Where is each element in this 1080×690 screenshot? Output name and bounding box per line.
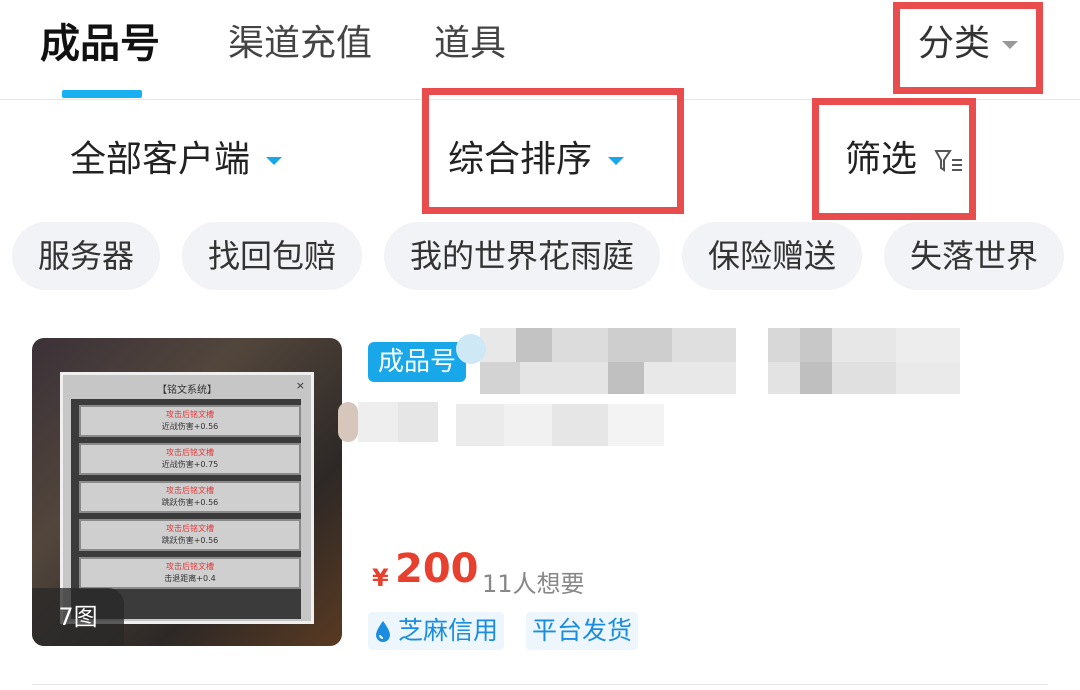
annotation-box-filter xyxy=(812,98,976,220)
slot-stat: 击退距离+0.4 xyxy=(164,574,216,583)
slot-stat: 跳跃伤害+0.56 xyxy=(161,498,219,507)
inscription-panel: 【铭文系统】 × 攻击后铭文槽 近战伤害+0.56 攻击后铭文槽 近战伤害+0.… xyxy=(60,372,314,624)
slot-stat: 近战伤害+0.56 xyxy=(161,422,219,431)
annotation-box-sort xyxy=(422,88,684,214)
panel-title: 【铭文系统】 xyxy=(157,385,217,396)
listing-price: 200 xyxy=(395,546,479,592)
chip-minecraft-huayuting[interactable]: 我的世界花雨庭 xyxy=(384,222,660,290)
chip-server[interactable]: 服务器 xyxy=(12,222,160,290)
client-label: 全部客户端 xyxy=(70,139,251,180)
wanted-count: 11人想要 xyxy=(482,570,585,598)
platform-delivery-tag: 平台发货 xyxy=(526,612,639,650)
sesame-credit-tag: 芝麻信用 xyxy=(368,612,505,650)
slot-name: 攻击后铭文槽 xyxy=(166,524,214,533)
price-currency: ¥ xyxy=(372,564,389,592)
listing-thumbnail[interactable]: 【铭文系统】 × 攻击后铭文槽 近战伤害+0.56 攻击后铭文槽 近战伤害+0.… xyxy=(32,338,342,646)
inscription-slot: 攻击后铭文槽 击退距离+0.4 xyxy=(79,557,301,589)
tab-finished-account[interactable]: 成品号 xyxy=(40,20,160,68)
client-dropdown[interactable]: 全部客户端 xyxy=(70,136,283,184)
inscription-slot: 攻击后铭文槽 近战伤害+0.56 xyxy=(79,405,301,437)
slot-stat: 跳跃伤害+0.56 xyxy=(161,536,219,545)
annotation-box-category xyxy=(893,2,1043,94)
redacted-subtitle xyxy=(338,402,438,442)
close-icon: × xyxy=(295,379,305,392)
inscription-slot: 攻击后铭文槽 跳跃伤害+0.56 xyxy=(79,519,301,551)
inscription-slot: 攻击后铭文槽 近战伤害+0.75 xyxy=(79,443,301,475)
chip-insurance-gift[interactable]: 保险赠送 xyxy=(682,222,862,290)
panel-slots: 攻击后铭文槽 近战伤害+0.56 攻击后铭文槽 近战伤害+0.75 攻击后铭文槽… xyxy=(71,399,301,619)
slot-name: 攻击后铭文槽 xyxy=(166,486,214,495)
image-count-badge: 7图 xyxy=(32,588,124,646)
tab-items[interactable]: 道具 xyxy=(434,20,506,68)
chevron-down-icon xyxy=(266,157,283,165)
sesame-credit-label: 芝麻信用 xyxy=(398,616,499,645)
list-divider xyxy=(32,684,1048,685)
listing-type-badge: 成品号 xyxy=(368,342,467,382)
slot-name: 攻击后铭文槽 xyxy=(166,448,214,457)
inscription-slot: 攻击后铭文槽 跳跃伤害+0.56 xyxy=(79,481,301,513)
slot-stat: 近战伤害+0.75 xyxy=(161,460,219,469)
slot-name: 攻击后铭文槽 xyxy=(166,562,214,571)
chip-lost-world[interactable]: 失落世界 xyxy=(884,222,1064,290)
active-tab-indicator xyxy=(62,90,142,98)
redacted-title xyxy=(456,328,960,446)
water-drop-icon xyxy=(376,621,390,642)
slot-name: 攻击后铭文槽 xyxy=(166,410,214,419)
tab-channel-recharge[interactable]: 渠道充值 xyxy=(228,20,372,68)
chip-recovery-compensation[interactable]: 找回包赔 xyxy=(182,222,362,290)
